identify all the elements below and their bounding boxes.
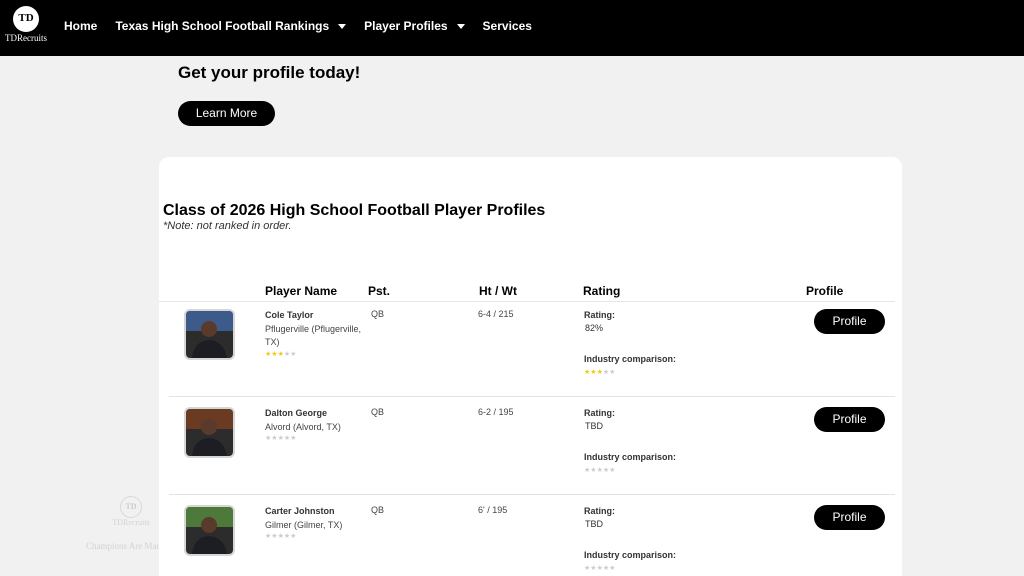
industry-comparison-label: Industry comparison: bbox=[584, 452, 677, 462]
player-photo[interactable] bbox=[184, 505, 235, 556]
section-title: Class of 2026 High School Football Playe… bbox=[163, 202, 546, 219]
player-name[interactable]: Dalton George bbox=[265, 408, 327, 418]
rating-value: 82% bbox=[585, 323, 604, 333]
top-nav-bar: TD TDRecruits Home Texas High School Foo… bbox=[0, 0, 1024, 56]
rating-label: Rating: bbox=[584, 506, 615, 516]
player-name[interactable]: Carter Johnston bbox=[265, 506, 335, 516]
player-position: QB bbox=[371, 407, 385, 417]
player-star-rating: ★★★★★ bbox=[265, 351, 297, 358]
player-height-weight: 6' / 195 bbox=[478, 505, 508, 515]
header-player-name: Player Name bbox=[265, 284, 338, 298]
row-divider bbox=[169, 396, 895, 397]
profile-button[interactable]: Profile bbox=[814, 309, 885, 334]
player-star-rating: ★★★★★ bbox=[265, 435, 297, 442]
row-divider bbox=[169, 494, 895, 495]
player-school: Gilmer (Gilmer, TX) bbox=[265, 520, 343, 530]
industry-comparison-label: Industry comparison: bbox=[584, 354, 677, 364]
table-row: Carter Johnston Gilmer (Gilmer, TX) ★★★★★ Q… bbox=[159, 501, 902, 576]
player-name[interactable]: Cole Taylor bbox=[265, 310, 313, 320]
player-photo-image bbox=[186, 507, 233, 554]
header-rating: Rating bbox=[583, 284, 621, 298]
header-profile: Profile bbox=[806, 284, 844, 298]
profile-button[interactable]: Profile bbox=[814, 505, 885, 530]
main-nav: Home Texas High School Football Rankings… bbox=[64, 19, 550, 33]
player-photo[interactable] bbox=[184, 309, 235, 360]
header-divider bbox=[159, 301, 895, 302]
nav-rankings[interactable]: Texas High School Football Rankings bbox=[115, 19, 347, 33]
chevron-down-icon bbox=[456, 23, 465, 29]
chevron-down-icon bbox=[338, 23, 347, 29]
logo-mark: TD bbox=[13, 6, 39, 32]
player-position: QB bbox=[371, 309, 385, 319]
nav-services[interactable]: Services bbox=[483, 19, 532, 33]
industry-star-rating: ★★★★★ bbox=[584, 369, 616, 376]
promo-title: Get your profile today! bbox=[178, 63, 361, 82]
rating-label: Rating: bbox=[584, 310, 615, 320]
player-star-rating: ★★★★★ bbox=[265, 533, 297, 540]
industry-star-rating: ★★★★★ bbox=[584, 565, 616, 572]
industry-comparison-label: Industry comparison: bbox=[584, 550, 677, 560]
learn-more-button[interactable]: Learn More bbox=[178, 101, 275, 126]
header-ht-wt: Ht / Wt bbox=[479, 284, 517, 298]
player-school: Alvord (Alvord, TX) bbox=[265, 422, 341, 432]
nav-player-profiles[interactable]: Player Profiles bbox=[364, 19, 465, 33]
site-logo[interactable]: TD TDRecruits bbox=[0, 6, 52, 43]
header-position: Pst. bbox=[368, 284, 391, 298]
watermark-mark: TD bbox=[120, 496, 142, 518]
rating-label: Rating: bbox=[584, 408, 615, 418]
section-note: *Note: not ranked in order. bbox=[163, 220, 292, 232]
profile-button[interactable]: Profile bbox=[814, 407, 885, 432]
player-position: QB bbox=[371, 505, 385, 515]
player-height-weight: 6-4 / 215 bbox=[478, 309, 514, 319]
player-height-weight: 6-2 / 195 bbox=[478, 407, 514, 417]
rating-value: TBD bbox=[585, 519, 603, 529]
logo-text: TDRecruits bbox=[5, 33, 47, 43]
profiles-card: Class of 2026 High School Football Playe… bbox=[159, 157, 902, 576]
player-school: Pflugerville (Pflugerville, TX) bbox=[265, 324, 362, 347]
player-photo-image bbox=[186, 409, 233, 456]
rating-value: TBD bbox=[585, 421, 603, 431]
table-row: Dalton George Alvord (Alvord, TX) ★★★★★ QB 6… bbox=[159, 403, 902, 501]
player-photo[interactable] bbox=[184, 407, 235, 458]
industry-star-rating: ★★★★★ bbox=[584, 467, 616, 474]
table-row: Cole Taylor Pflugerville (Pflugerville, T… bbox=[159, 305, 902, 403]
nav-home[interactable]: Home bbox=[64, 19, 97, 33]
player-photo-image bbox=[186, 311, 233, 358]
